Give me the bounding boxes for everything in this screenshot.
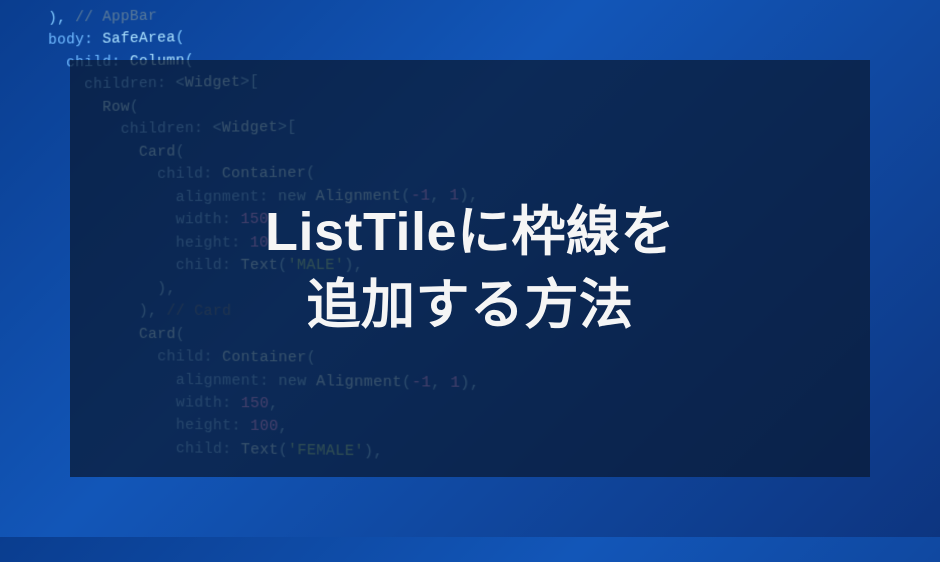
main-title: ListTileに枠線を 追加する方法 [265,196,675,342]
title-line-1: ListTileに枠線を [265,196,675,269]
title-overlay: ListTileに枠線を 追加する方法 [70,60,870,477]
title-line-2: 追加する方法 [265,269,675,342]
